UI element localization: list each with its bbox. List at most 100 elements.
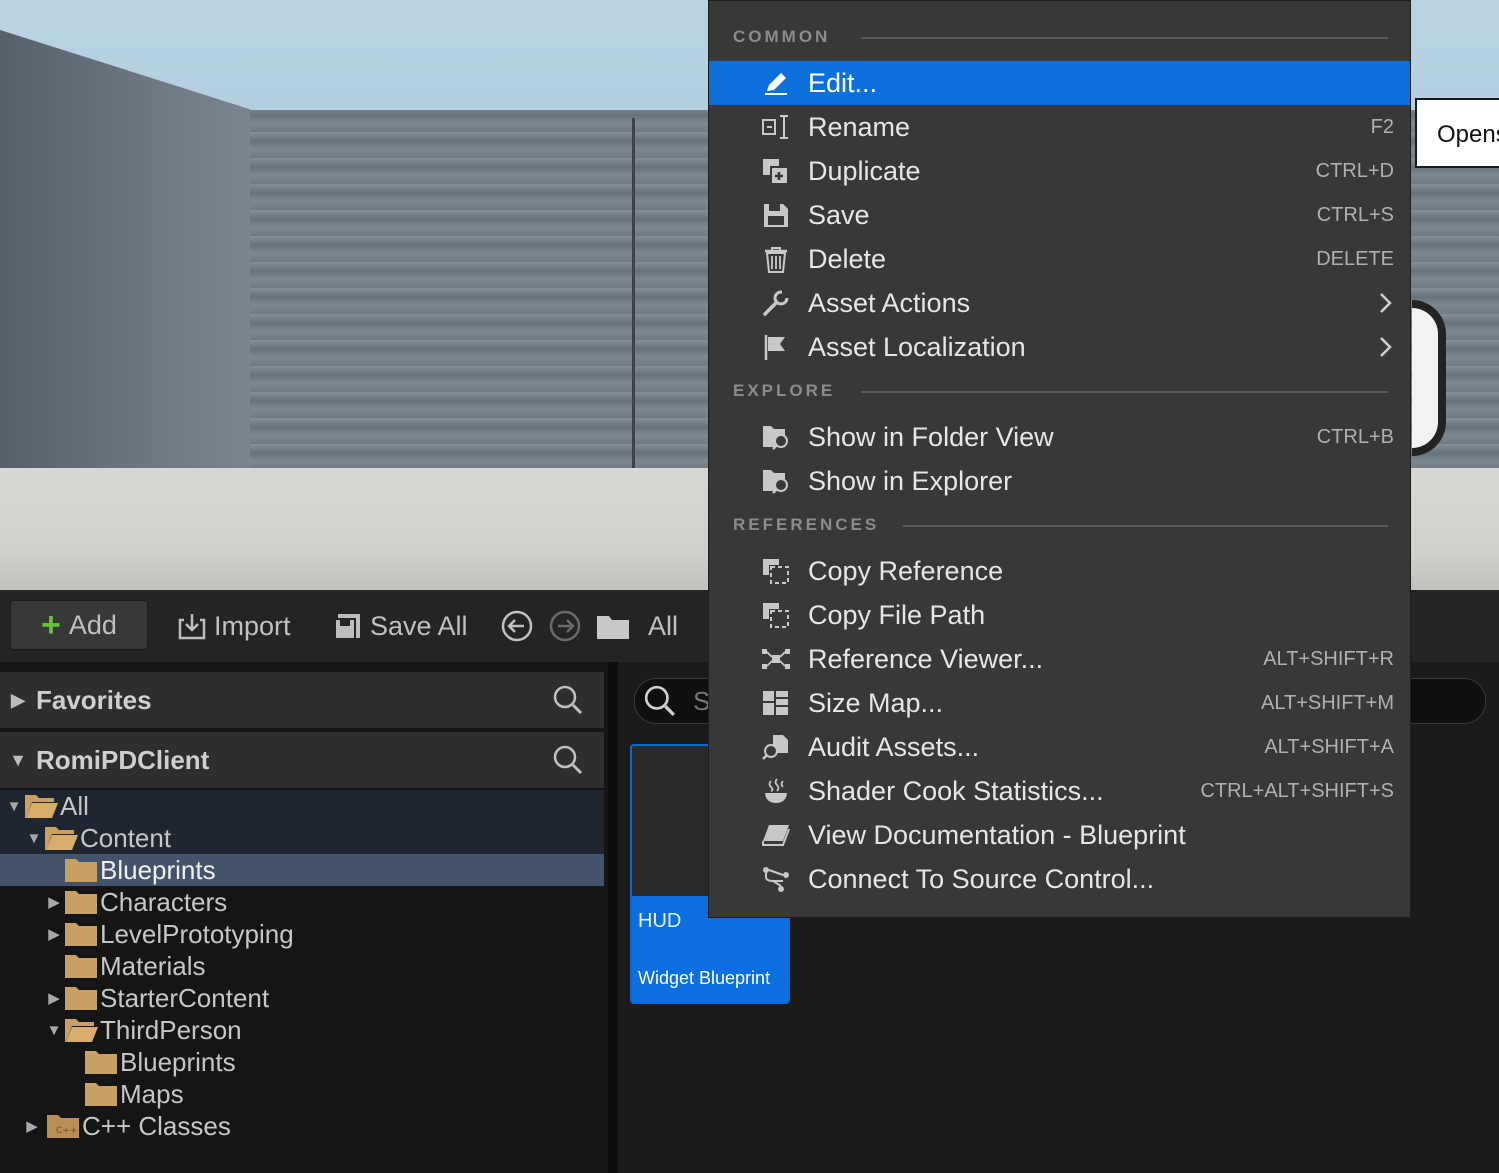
section-header-common: COMMON xyxy=(733,27,830,47)
menu-item-shortcut: CTRL+B xyxy=(1316,425,1394,448)
tree-item-blueprints[interactable]: Blueprints xyxy=(0,854,604,886)
folder-icon xyxy=(65,923,97,946)
menu-item-asset-localization[interactable]: Asset Localization xyxy=(709,325,1410,369)
menu-item-delete[interactable]: Delete DELETE xyxy=(709,237,1410,281)
search-icon[interactable] xyxy=(552,684,584,716)
section-title: EXPLORE xyxy=(733,381,836,400)
menu-item-label: Copy Reference xyxy=(808,555,1004,586)
favorites-section-header[interactable]: ▶ Favorites xyxy=(0,672,604,728)
tree-item-levelprototyping[interactable]: ▶ LevelPrototyping xyxy=(0,918,604,950)
pencil-icon xyxy=(765,73,787,95)
menu-item-label: Audit Assets... xyxy=(808,731,980,762)
tree-item-maps[interactable]: Maps xyxy=(0,1078,604,1110)
tree-item-thirdperson[interactable]: ▼ ThirdPerson xyxy=(0,1014,604,1046)
tree-item-materials[interactable]: Materials xyxy=(0,950,604,982)
menu-item-shortcut: CTRL+D xyxy=(1315,159,1394,182)
folder-path-button[interactable] xyxy=(596,590,630,662)
menu-item-copy-reference[interactable]: Copy Reference xyxy=(709,549,1410,593)
import-label: Import xyxy=(214,610,291,641)
menu-item-label: Edit... xyxy=(808,67,878,98)
tree-item-startercontent[interactable]: ▶ StarterContent xyxy=(0,982,604,1014)
caret-right-icon: ▶ xyxy=(48,926,60,943)
breadcrumb-all[interactable]: All xyxy=(648,590,678,662)
menu-item-shortcut: ALT+SHIFT+M xyxy=(1261,691,1394,714)
source-control-icon xyxy=(763,867,789,892)
menu-item-edit[interactable]: Edit... xyxy=(709,61,1410,105)
separator-line xyxy=(861,391,1388,393)
project-section-header[interactable]: ▼ RomiPDClient xyxy=(0,732,604,788)
tree-label: StarterContent xyxy=(100,982,270,1013)
tree-label: C++ Classes xyxy=(82,1110,231,1141)
favorites-label: Favorites xyxy=(36,684,152,715)
folder-tree: ▼ All ▼ Content Blueprints ▶ Characters … xyxy=(0,790,604,1142)
caret-right-icon: ▶ xyxy=(48,894,60,911)
tree-item-cpp-classes[interactable]: ▶ C++ C++ Classes xyxy=(0,1110,604,1142)
menu-item-label: Size Map... xyxy=(808,687,944,718)
tree-item-characters[interactable]: ▶ Characters xyxy=(0,886,604,918)
menu-item-asset-actions[interactable]: Asset Actions xyxy=(709,281,1410,325)
menu-item-save[interactable]: Save CTRL+S xyxy=(709,193,1410,237)
menu-item-shortcut: F2 xyxy=(1370,115,1394,138)
copy-icon xyxy=(763,603,789,628)
menu-item-duplicate[interactable]: Duplicate CTRL+D xyxy=(709,149,1410,193)
caret-down-icon: ▼ xyxy=(6,797,22,815)
menu-item-label: Delete xyxy=(808,243,887,274)
tree-label: Blueprints xyxy=(100,854,216,885)
save-all-button[interactable]: Save All xyxy=(332,590,468,662)
open-folder-icon xyxy=(25,795,58,818)
chevron-right-icon xyxy=(1380,293,1392,313)
expand-down-icon: ▼ xyxy=(9,749,27,770)
menu-item-show-in-folder-view[interactable]: Show in Folder View CTRL+B xyxy=(709,415,1410,459)
viewport-arch xyxy=(1412,300,1446,456)
search-icon[interactable] xyxy=(552,744,584,776)
section-title: REFERENCES xyxy=(733,515,880,534)
asset-name: HUD xyxy=(638,910,682,932)
add-button[interactable]: + Add xyxy=(10,600,148,650)
open-folder-icon xyxy=(65,1019,98,1042)
menu-item-shortcut: ALT+SHIFT+R xyxy=(1263,647,1394,670)
caret-down-icon: ▼ xyxy=(26,829,42,847)
forward-button[interactable] xyxy=(548,590,582,662)
plus-icon: + xyxy=(41,605,61,644)
menu-item-reference-viewer[interactable]: Reference Viewer... ALT+SHIFT+R xyxy=(709,637,1410,681)
import-button[interactable]: Import xyxy=(176,590,291,662)
tree-item-thirdperson-blueprints[interactable]: Blueprints xyxy=(0,1046,604,1078)
menu-item-label: View Documentation - Blueprint xyxy=(808,819,1186,850)
project-label: RomiPDClient xyxy=(36,744,210,775)
tree-item-all[interactable]: ▼ All xyxy=(0,790,604,822)
sizemap-icon xyxy=(763,691,788,715)
menu-item-label: Show in Folder View xyxy=(808,421,1054,452)
audit-icon xyxy=(762,735,788,760)
cpp-folder-icon: C++ xyxy=(47,1115,79,1138)
tree-label: All xyxy=(60,790,89,821)
menu-item-shortcut: DELETE xyxy=(1316,247,1394,270)
caret-right-icon: ▶ xyxy=(48,990,60,1007)
menu-item-rename[interactable]: Rename F2 xyxy=(709,105,1410,149)
tree-label: Content xyxy=(80,822,172,853)
book-icon xyxy=(762,825,790,846)
flag-icon xyxy=(764,335,785,360)
section-header-explore: EXPLORE xyxy=(733,381,835,401)
menu-item-shortcut: CTRL+S xyxy=(1316,203,1394,226)
graph-icon xyxy=(762,649,790,669)
menu-item-audit-assets[interactable]: Audit Assets... ALT+SHIFT+A xyxy=(709,725,1410,769)
menu-item-size-map[interactable]: Size Map... ALT+SHIFT+M xyxy=(709,681,1410,725)
open-folder-icon xyxy=(45,827,78,850)
menu-item-show-in-explorer[interactable]: Show in Explorer xyxy=(709,459,1410,503)
tree-item-content[interactable]: ▼ Content xyxy=(0,822,604,854)
asset-type: Widget Blueprint xyxy=(638,968,771,988)
menu-item-connect-source-control[interactable]: Connect To Source Control... xyxy=(709,857,1410,901)
folder-search-icon xyxy=(763,426,788,450)
folder-icon xyxy=(85,1083,117,1106)
back-button[interactable] xyxy=(500,590,534,662)
viewport-wall-seam xyxy=(632,118,635,468)
tree-label: ThirdPerson xyxy=(100,1014,242,1045)
panel-splitter[interactable] xyxy=(608,662,618,1173)
menu-item-shader-cook-statistics[interactable]: Shader Cook Statistics... CTRL+ALT+SHIFT… xyxy=(709,769,1410,813)
menu-item-view-documentation[interactable]: View Documentation - Blueprint xyxy=(709,813,1410,857)
menu-item-label: Rename xyxy=(808,111,911,142)
folder-search-icon xyxy=(763,470,788,494)
sources-panel: ▶ Favorites ▼ RomiPDClient ▼ All ▼ Conte… xyxy=(0,662,608,1173)
menu-item-copy-file-path[interactable]: Copy File Path xyxy=(709,593,1410,637)
menu-item-label: Copy File Path xyxy=(808,599,986,630)
